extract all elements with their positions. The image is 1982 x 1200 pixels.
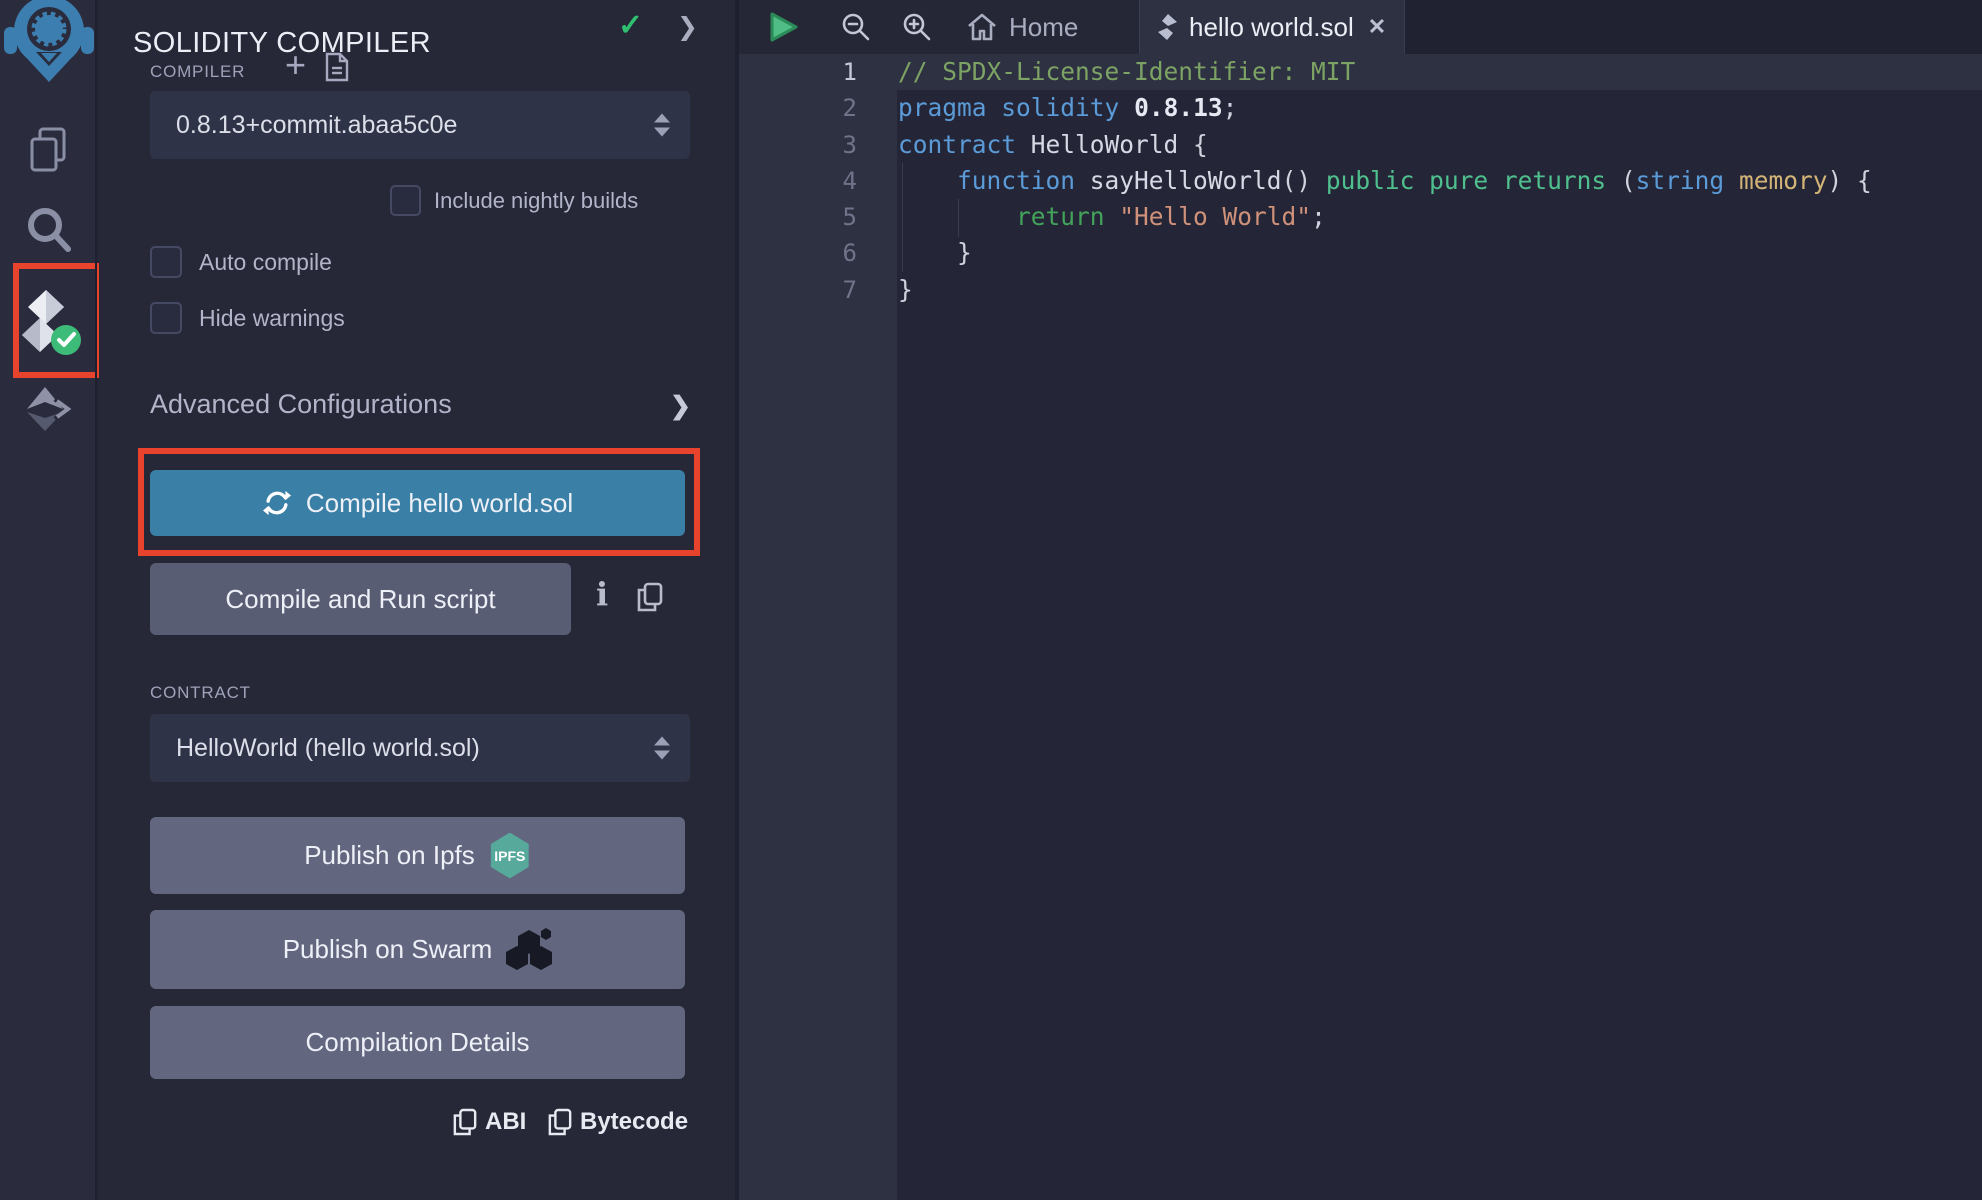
zoom-in-icon — [902, 12, 932, 42]
select-arrows-icon — [654, 737, 670, 760]
line-number: 6 — [739, 235, 897, 271]
panel-collapse-chevron-icon[interactable]: ❯ — [677, 12, 698, 42]
solidity-file-icon — [1158, 14, 1177, 40]
auto-compile-checkbox[interactable] — [150, 246, 182, 278]
tab-label: hello world.sol — [1189, 12, 1354, 43]
compile-button[interactable]: Compile hello world.sol — [150, 470, 685, 536]
icon-sidebar — [0, 0, 97, 1200]
run-script-button[interactable] — [769, 0, 799, 54]
remix-ide-window: SOLIDITY COMPILER ✓ ❯ COMPILER + 0.8.13+… — [0, 0, 1982, 1200]
compilation-details-button[interactable]: Compilation Details — [150, 1006, 685, 1079]
compile-success-check-icon: ✓ — [618, 8, 643, 43]
publish-ipfs-button[interactable]: Publish on Ipfs IPFS — [150, 817, 685, 894]
include-nightly-checkbox[interactable] — [390, 185, 421, 216]
code-line[interactable]: 6 } — [739, 235, 1982, 271]
compile-and-run-label: Compile and Run script — [225, 584, 495, 615]
sidebar-item-file-explorer[interactable] — [0, 126, 97, 176]
compile-and-run-button[interactable]: Compile and Run script — [150, 563, 571, 635]
file-explorer-icon — [26, 126, 72, 176]
compiler-version-select[interactable]: 0.8.13+commit.abaa5c0e — [150, 91, 690, 159]
editor-tabbar: Home hello world.sol ✕ — [739, 0, 1982, 54]
copy-icon — [453, 1108, 477, 1136]
publish-swarm-label: Publish on Swarm — [283, 934, 493, 965]
zoom-out-icon — [841, 12, 871, 42]
code-line-text: pragma solidity 0.8.13; — [897, 90, 1237, 126]
line-number: 1 — [739, 54, 897, 90]
abi-label: ABI — [485, 1108, 526, 1136]
search-icon — [26, 206, 72, 254]
solidity-compiler-icon — [16, 288, 82, 360]
ipfs-badge-icon: IPFS — [489, 833, 531, 879]
publish-ipfs-label: Publish on Ipfs — [304, 840, 475, 871]
sidebar-item-search[interactable] — [0, 206, 97, 254]
sidebar-item-solidity-compiler[interactable] — [0, 288, 97, 360]
hide-warnings-label: Hide warnings — [199, 305, 345, 332]
solidity-compiler-panel: SOLIDITY COMPILER ✓ ❯ COMPILER + 0.8.13+… — [99, 0, 735, 1200]
contract-select[interactable]: HelloWorld (hello world.sol) — [150, 714, 690, 782]
zoom-in-button[interactable] — [902, 0, 932, 54]
indent-guide — [958, 199, 959, 237]
code-line[interactable]: 1// SPDX-License-Identifier: MIT — [739, 54, 1982, 90]
code-line[interactable]: 4 function sayHelloWorld() public pure r… — [739, 163, 1982, 199]
tab-close-icon[interactable]: ✕ — [1368, 14, 1386, 40]
sidebar-item-deploy-and-run[interactable] — [0, 385, 97, 433]
copy-icon[interactable] — [637, 582, 663, 612]
panel-title: SOLIDITY COMPILER — [133, 27, 431, 60]
line-number: 4 — [739, 163, 897, 199]
editor-area: Home hello world.sol ✕ 1// SPDX-License-… — [739, 0, 1982, 1200]
advanced-configurations-label[interactable]: Advanced Configurations — [150, 389, 452, 420]
contract-select-value: HelloWorld (hello world.sol) — [150, 734, 480, 763]
tabbar-empty-space — [1405, 0, 1982, 54]
line-number: 3 — [739, 127, 897, 163]
code-line-text: // SPDX-License-Identifier: MIT — [897, 54, 1355, 90]
deploy-and-run-icon — [25, 385, 73, 433]
copy-bytecode-button[interactable]: Bytecode — [548, 1108, 688, 1136]
contract-section-label: CONTRACT — [150, 683, 251, 703]
include-nightly-label: Include nightly builds — [434, 188, 638, 214]
compile-button-label: Compile hello world.sol — [306, 488, 573, 519]
tab-home[interactable]: Home — [953, 0, 1092, 54]
compilation-details-label: Compilation Details — [306, 1027, 530, 1058]
code-line-text: } — [897, 235, 972, 271]
hide-warnings-checkbox[interactable] — [150, 302, 182, 334]
code-line-text: contract HelloWorld { — [897, 127, 1208, 163]
compiler-section-label: COMPILER — [150, 62, 245, 82]
code-line-text: return "Hello World"; — [897, 199, 1326, 235]
zoom-out-button[interactable] — [841, 0, 871, 54]
tab-home-label: Home — [1009, 12, 1078, 43]
refresh-icon — [262, 489, 292, 517]
indent-guide — [902, 163, 903, 272]
publish-swarm-button[interactable]: Publish on Swarm — [150, 910, 685, 989]
code-line[interactable]: 7} — [739, 272, 1982, 308]
auto-compile-label: Auto compile — [199, 249, 332, 276]
iconbar-divider — [95, 0, 97, 1200]
bytecode-label: Bytecode — [580, 1108, 688, 1136]
code-line-text: function sayHelloWorld() public pure ret… — [897, 163, 1872, 199]
advanced-configurations-chevron-icon[interactable]: ❯ — [670, 391, 691, 421]
line-number: 2 — [739, 90, 897, 126]
code-line[interactable]: 2pragma solidity 0.8.13; — [739, 90, 1982, 126]
compiler-doc-icon[interactable] — [325, 52, 349, 82]
remix-logo-icon — [3, 0, 95, 84]
info-icon[interactable]: i — [596, 575, 608, 613]
compiler-version-value: 0.8.13+commit.abaa5c0e — [150, 111, 457, 140]
remix-logo[interactable] — [0, 0, 97, 84]
code-line[interactable]: 5 return "Hello World"; — [739, 199, 1982, 235]
code-lines[interactable]: 1// SPDX-License-Identifier: MIT2pragma … — [739, 54, 1982, 308]
line-number: 7 — [739, 272, 897, 308]
copy-abi-button[interactable]: ABI — [453, 1108, 526, 1136]
home-icon — [967, 13, 997, 41]
code-line[interactable]: 3contract HelloWorld { — [739, 127, 1982, 163]
add-compiler-icon[interactable]: + — [285, 44, 306, 86]
line-number: 5 — [739, 199, 897, 235]
play-icon — [769, 11, 799, 43]
code-line-text: } — [897, 272, 913, 308]
select-arrows-icon — [654, 114, 670, 137]
copy-icon — [548, 1108, 572, 1136]
tab-hello-world-sol[interactable]: hello world.sol ✕ — [1139, 0, 1405, 54]
swarm-badge-icon — [506, 928, 552, 972]
